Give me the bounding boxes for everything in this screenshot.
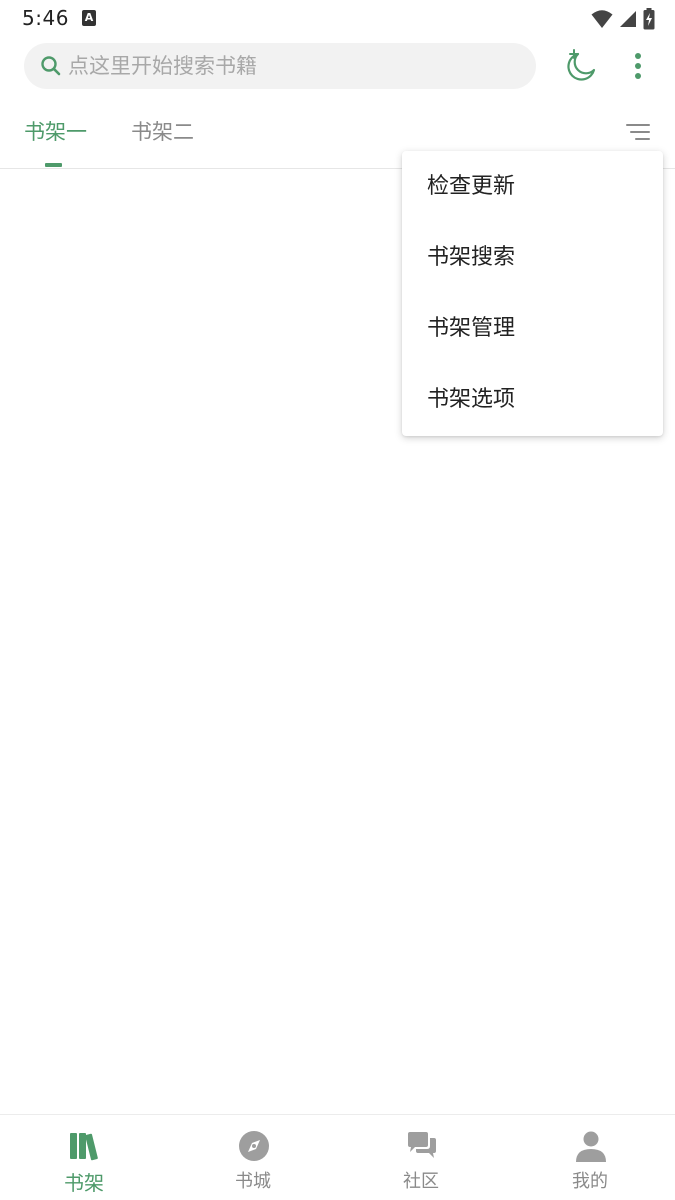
sort-lines-icon[interactable] (620, 118, 656, 148)
menu-item-shelf-options[interactable]: 书架选项 (402, 364, 663, 435)
moon-icon[interactable] (562, 46, 602, 86)
tab-shelf-1[interactable]: 书架一 (24, 112, 87, 156)
nav-item-bookstore[interactable]: 书城 (169, 1115, 337, 1200)
screen: 5:46 A 点这里开始搜索书籍 书架一 书架二 检查更新 书架搜索 书架管理 … (0, 0, 675, 1200)
search-box[interactable] (24, 43, 536, 89)
person-icon (576, 1131, 606, 1162)
signal-icon (620, 11, 636, 27)
status-icons (591, 7, 655, 31)
chat-bubbles-icon (408, 1132, 436, 1158)
battery-charging-icon (643, 8, 655, 30)
tab-indicator (45, 163, 62, 167)
nav-item-community[interactable]: 社区 (337, 1115, 505, 1200)
status-time: 5:46 (22, 6, 69, 30)
menu-item-shelf-search[interactable]: 书架搜索 (402, 222, 663, 293)
nav-label-bookstore: 书城 (235, 1171, 271, 1192)
menu-item-shelf-manage[interactable]: 书架管理 (402, 293, 663, 364)
menu-item-check-update[interactable]: 检查更新 (402, 151, 663, 222)
search-input[interactable] (68, 43, 518, 89)
nav-item-bookshelf[interactable]: 书架 (0, 1115, 168, 1200)
bottom-nav: 书架 书城 社区 我的 (0, 1114, 675, 1200)
nav-label-mine: 我的 (572, 1171, 608, 1192)
nav-item-mine[interactable]: 我的 (506, 1115, 674, 1200)
search-icon (41, 56, 61, 76)
bookshelf-icon (70, 1133, 98, 1161)
popup-menu: 检查更新 书架搜索 书架管理 书架选项 (402, 151, 663, 436)
nav-label-community: 社区 (403, 1171, 439, 1192)
tab-shelf-2[interactable]: 书架二 (131, 112, 194, 156)
wifi-icon (591, 10, 613, 28)
nav-label-bookshelf: 书架 (64, 1171, 104, 1195)
more-vert-icon[interactable] (622, 46, 654, 86)
compass-icon (239, 1131, 269, 1161)
a-icon: A (82, 10, 96, 26)
status-bar: 5:46 A (0, 0, 675, 38)
